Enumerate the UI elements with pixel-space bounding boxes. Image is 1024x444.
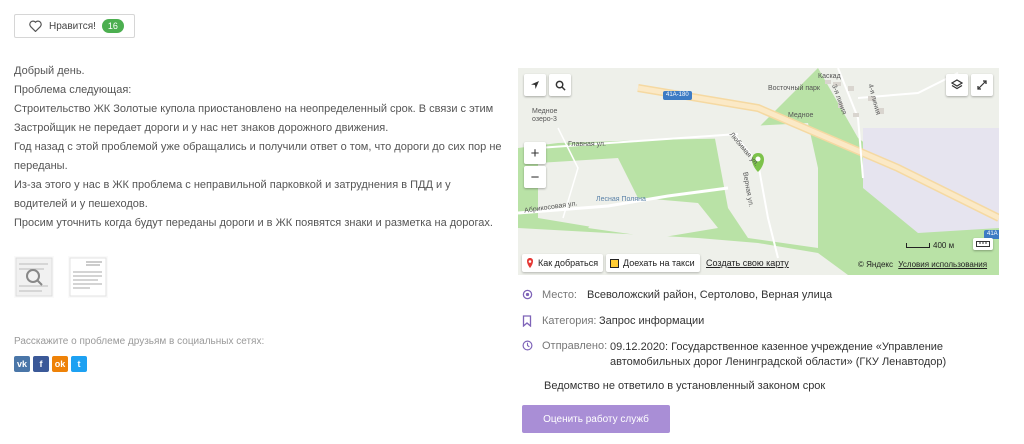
description-line: Застройщик не передает дороги и у нас не… (14, 122, 389, 134)
attachment-thumbnail[interactable] (68, 256, 108, 298)
scale-bar: 400 м (906, 241, 954, 250)
road-badge: 41А-180 (663, 91, 692, 100)
scale-label: 400 м (933, 241, 955, 250)
description-line: Добрый день. (14, 65, 85, 77)
sent-row: Отправлено: 09.12.2020: Государственное … (522, 340, 946, 370)
sent-value-line: 09.12.2020: Государственное казенное учр… (610, 341, 944, 353)
map-copyright: © Яндекс Условия использования (858, 260, 987, 269)
description-line: Просим уточнить когда будут переданы дор… (14, 217, 493, 229)
copyright-text: © Яндекс (858, 260, 894, 269)
description-line: Строительство ЖК Золотые купола приостан… (14, 103, 494, 115)
taxi-button-label: Доехать на такси (623, 258, 695, 268)
category-value: Запрос информации (599, 315, 705, 327)
description-line: водителей и у пешеходов. (14, 198, 148, 210)
create-map-link[interactable]: Создать свою карту (706, 258, 789, 268)
zoom-in-icon[interactable]: + (524, 142, 546, 164)
map-label-lesnaya-polyana: Лесная Поляна (596, 196, 646, 203)
map-label-kaskad: Каскад (818, 73, 841, 80)
social-buttons: vk f ok t (14, 356, 87, 372)
search-icon[interactable] (549, 74, 571, 96)
like-button[interactable]: Нравится! 16 (14, 14, 135, 38)
description-line: Из-за этого у нас в ЖК проблема с неправ… (14, 179, 451, 191)
location-pin-icon (527, 258, 533, 268)
attachment-thumbnail[interactable] (14, 256, 54, 298)
description-line: Год назад с этой проблемой уже обращалис… (14, 141, 502, 153)
sent-label: Отправлено: (542, 340, 608, 352)
bookmark-icon (522, 315, 542, 330)
sent-value-line: автомобильных дорог Ленинградской област… (610, 356, 947, 368)
heart-icon (29, 20, 42, 32)
map-widget[interactable]: Каскад Восточный парк Медное 3-я линия 4… (518, 68, 999, 275)
description-line: Проблема следующая: (14, 84, 132, 96)
map-label-vostochny-park: Восточный парк (768, 85, 820, 92)
problem-description: Добрый день. Проблема следующая: Строите… (14, 62, 502, 233)
zoom-out-icon[interactable]: − (524, 166, 546, 188)
map-label-glavnaya: Главная ул. (568, 141, 606, 148)
layers-icon[interactable] (946, 74, 968, 96)
place-row: Место: Всеволожский район, Сертолово, Ве… (522, 289, 832, 303)
taxi-button[interactable]: Доехать на такси (606, 254, 700, 272)
category-label: Категория: (542, 315, 597, 327)
attachments (14, 256, 108, 298)
ruler-icon[interactable] (973, 238, 993, 250)
like-count-badge: 16 (101, 19, 124, 33)
clock-icon (522, 340, 542, 370)
response-notice: Ведомство не ответило в установленный за… (544, 380, 826, 392)
share-prompt: Расскажите о проблеме друзьям в социальн… (14, 336, 265, 347)
location-icon (522, 289, 542, 303)
place-value: Всеволожский район, Сертолово, Верная ул… (587, 289, 833, 301)
place-label: Место: (542, 289, 577, 301)
like-label: Нравится! (49, 20, 96, 32)
facebook-icon[interactable]: f (33, 356, 49, 372)
route-button-label: Как добраться (538, 258, 599, 268)
map-label-mednoe: Медное (788, 112, 814, 119)
twitter-icon[interactable]: t (71, 356, 87, 372)
vk-icon[interactable]: vk (14, 356, 30, 372)
category-row: Категория: Запрос информации (522, 315, 704, 330)
taxi-icon (610, 258, 619, 268)
route-button[interactable]: Как добраться (522, 254, 604, 272)
odnoklassniki-icon[interactable]: ok (52, 356, 68, 372)
geolocation-icon[interactable] (524, 74, 546, 96)
fullscreen-icon[interactable] (971, 74, 993, 96)
sent-value: 09.12.2020: Государственное казенное учр… (610, 340, 946, 370)
rate-services-button[interactable]: Оценить работу служб (522, 405, 670, 433)
terms-link[interactable]: Условия использования (898, 260, 987, 269)
description-line: переданы. (14, 160, 68, 172)
map-label-mednoe-ozero: Медное озеро-3 (532, 108, 558, 123)
